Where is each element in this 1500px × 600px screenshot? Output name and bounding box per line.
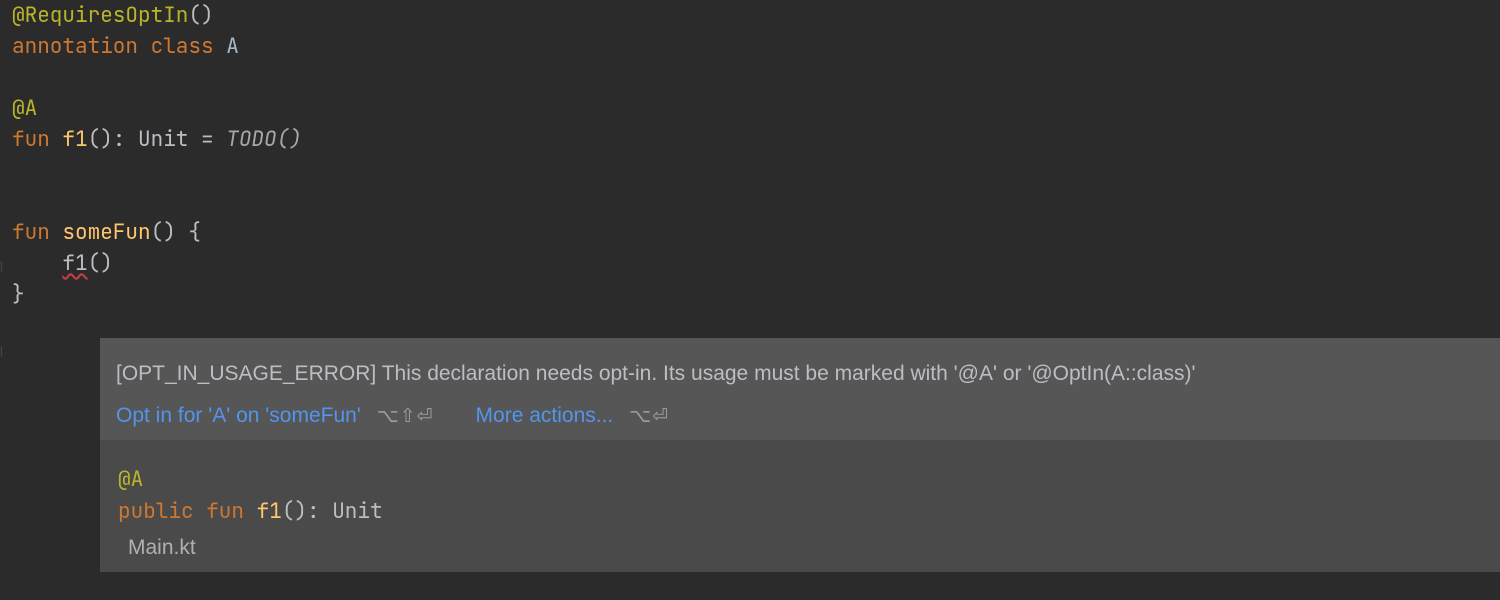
function-name: f1 [62,126,87,153]
more-actions-link[interactable]: More actions... [476,404,614,428]
code-line[interactable]: @RequiresOptIn() [12,0,1500,31]
code-line[interactable] [12,155,1500,186]
code-line[interactable]: annotation class A [12,31,1500,62]
text: () [188,2,213,29]
error-span[interactable]: f1 [62,250,87,277]
type-name: A [226,33,239,60]
shortcut-hint: ⌥⇧⏎ [377,405,434,428]
annotation: @A [12,95,37,122]
todo-call: TODO() [226,126,302,153]
text: () { [151,219,201,246]
keyword: annotation [12,33,138,60]
inspection-actions-row: Opt in for 'A' on 'someFun' ⌥⇧⏎ More act… [100,400,1500,440]
quick-doc-file: Main.kt [100,536,1500,572]
keyword: fun [12,126,62,153]
keyword: fun [194,498,257,525]
keyword: fun [12,219,62,246]
gutter-marker-icon: ⦚ [0,260,10,274]
text: (): Unit = [88,126,227,153]
inspection-message: [OPT_IN_USAGE_ERROR] This declaration ne… [100,338,1500,400]
indent [12,250,62,277]
text: () [88,250,113,277]
code-line[interactable]: @A [12,93,1500,124]
keyword: class [138,33,226,60]
quickfix-opt-in[interactable]: Opt in for 'A' on 'someFun' [116,404,361,428]
quick-doc-signature: @A public fun f1(): Unit [100,446,1500,536]
code-line[interactable]: f1() [12,248,1500,279]
code-editor[interactable]: ⦚ ⦚ @RequiresOptIn() annotation class A … [0,0,1500,310]
file-name: Main.kt [128,536,196,560]
inspection-popup: [OPT_IN_USAGE_ERROR] This declaration ne… [100,338,1500,572]
annotation: @RequiresOptIn [12,2,188,29]
keyword: public [118,498,194,525]
annotation: @A [118,466,143,493]
code-line[interactable] [12,62,1500,93]
text: } [12,281,25,308]
text: (): Unit [282,498,383,525]
function-name: f1 [257,498,282,525]
shortcut-hint: ⌥⏎ [629,405,669,428]
function-name: someFun [62,219,150,246]
code-line[interactable]: fun someFun() { [12,217,1500,248]
code-line[interactable]: } [12,279,1500,310]
code-line[interactable]: fun f1(): Unit = TODO() [12,124,1500,155]
gutter-marker-icon: ⦚ [0,345,10,359]
code-line[interactable] [12,186,1500,217]
